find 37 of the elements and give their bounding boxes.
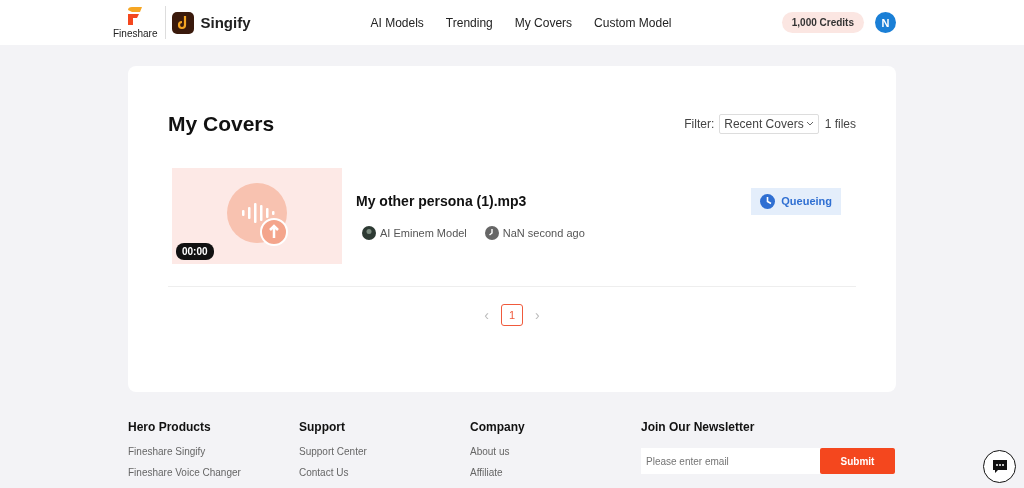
- model-avatar-icon: [362, 225, 376, 240]
- status-badge: Queueing: [751, 187, 841, 215]
- chat-icon: [991, 459, 1008, 474]
- nav-link[interactable]: Custom Model: [594, 15, 672, 30]
- nav-link[interactable]: AI Models: [370, 15, 424, 30]
- credits-badge[interactable]: 1,000 Credits: [781, 12, 864, 33]
- nav-link[interactable]: Trending: [445, 15, 493, 30]
- app-name: Singify: [200, 14, 251, 31]
- page-button[interactable]: 1: [501, 304, 523, 326]
- filter-label: Filter:: [684, 117, 715, 131]
- footer-link[interactable]: Fineshare Singify: [128, 446, 299, 457]
- footer-heading: Hero Products: [128, 420, 212, 434]
- file-count: 1 files: [824, 117, 856, 131]
- filter-dropdown[interactable]: Recent Covers: [719, 114, 819, 134]
- duration-badge: 00:00: [176, 243, 214, 260]
- footer-link[interactable]: Fineshare Voice Changer: [128, 467, 299, 478]
- submit-button[interactable]: Submit: [820, 448, 895, 474]
- footer-link[interactable]: Contact Us: [299, 467, 470, 478]
- footer-heading: Support: [299, 420, 346, 434]
- footer-link[interactable]: Support Center: [299, 446, 470, 457]
- queue-icon: [760, 193, 776, 209]
- footer-heading: Company: [470, 420, 526, 434]
- user-avatar[interactable]: N: [875, 12, 896, 33]
- time-ago: NaN second ago: [502, 226, 585, 239]
- clock-icon: [484, 225, 499, 240]
- footer-heading: Join Our Newsletter: [641, 420, 756, 434]
- nav-link[interactable]: My Covers: [514, 15, 573, 30]
- logo-icon: [126, 6, 145, 26]
- brand-name: Fineshare: [113, 28, 158, 39]
- file-name: My other persona (1).mp3: [356, 192, 528, 209]
- app-logo-icon: [172, 11, 195, 34]
- chevron-icon: [805, 121, 814, 127]
- chat-button[interactable]: [983, 450, 1016, 483]
- page-title: My Covers: [168, 112, 276, 136]
- footer-link[interactable]: About us: [470, 446, 641, 457]
- footer-link[interactable]: Affiliate: [470, 467, 641, 478]
- model-name: AI Eminem Model: [380, 226, 467, 239]
